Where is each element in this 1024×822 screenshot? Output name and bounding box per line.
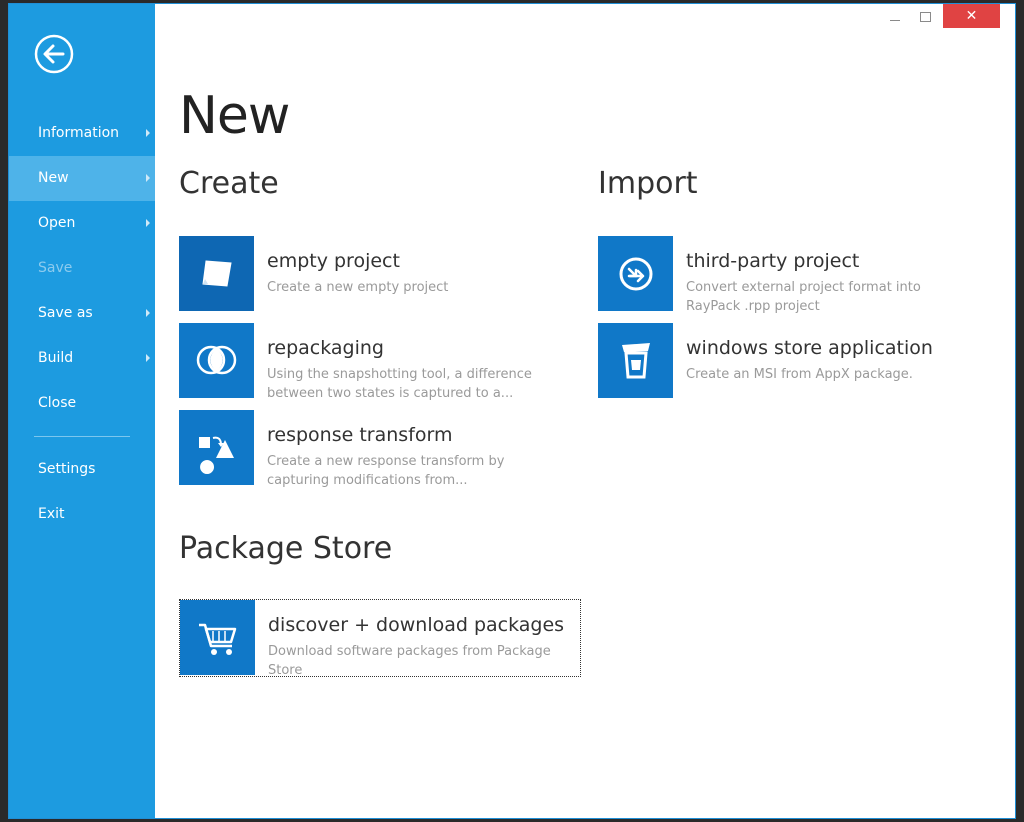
- sidebar-item-label: New: [38, 170, 69, 186]
- tile-description: Create a new empty project: [267, 280, 449, 295]
- tile-title: response transform: [267, 424, 453, 446]
- sidebar-item-label: Build: [38, 350, 74, 366]
- minimize-icon: [890, 20, 900, 21]
- sidebar-item-label: Save: [38, 260, 73, 276]
- shopping-cart-icon: [180, 600, 255, 675]
- tile-title: discover + download packages: [268, 614, 565, 636]
- maximize-button[interactable]: [915, 4, 935, 28]
- page-title: New: [179, 86, 290, 146]
- tile-description: Create an MSI from AppX package.: [686, 367, 913, 382]
- back-arrow-icon[interactable]: [34, 34, 74, 74]
- sidebar-item-save[interactable]: Save: [9, 246, 155, 291]
- shapes-transform-icon: [179, 410, 254, 485]
- tile-description: Download software packages from Package …: [268, 644, 551, 678]
- chevron-right-icon: [146, 129, 150, 137]
- tile-description: Convert external project format into Ray…: [686, 280, 921, 314]
- tile-title: third-party project: [686, 250, 860, 272]
- sidebar-item-new[interactable]: New: [9, 156, 155, 201]
- close-icon: ✕: [965, 8, 978, 24]
- repackaging-tile[interactable]: repackaging Using the snapshotting tool,…: [179, 323, 579, 401]
- sidebar-item-label: Settings: [38, 461, 96, 477]
- close-button[interactable]: ✕: [943, 4, 1000, 28]
- sidebar-item-information[interactable]: Information: [9, 111, 155, 156]
- chevron-right-icon: [146, 174, 150, 182]
- sidebar-item-close[interactable]: Close: [9, 381, 155, 426]
- sidebar-item-open[interactable]: Open: [9, 201, 155, 246]
- maximize-icon: [920, 12, 931, 22]
- overlapping-circles-icon: [179, 323, 254, 398]
- sticky-note-icon: [179, 236, 254, 311]
- import-heading: Import: [598, 166, 698, 201]
- third-party-project-tile[interactable]: third-party project Convert external pro…: [598, 236, 998, 314]
- package-store-heading: Package Store: [179, 531, 393, 566]
- sidebar-item-label: Open: [38, 215, 76, 231]
- tile-description: Create a new response transform by captu…: [267, 454, 505, 488]
- application-window: Information New Open Save Save as Build: [8, 3, 1016, 819]
- sidebar-item-label: Save as: [38, 305, 93, 321]
- store-bag-icon: [598, 323, 673, 398]
- sidebar-item-exit[interactable]: Exit: [9, 492, 155, 537]
- discover-download-packages-tile[interactable]: discover + download packages Download so…: [179, 599, 581, 678]
- response-transform-tile[interactable]: response transform Create a new response…: [179, 410, 579, 488]
- sidebar-item-save-as[interactable]: Save as: [9, 291, 155, 336]
- create-heading: Create: [179, 166, 279, 201]
- sidebar-item-label: Exit: [38, 506, 65, 522]
- tile-title: windows store application: [686, 337, 933, 359]
- sidebar-item-settings[interactable]: Settings: [9, 447, 155, 492]
- windows-store-application-tile[interactable]: windows store application Create an MSI …: [598, 323, 998, 399]
- chevron-right-icon: [146, 219, 150, 227]
- tile-description: Using the snapshotting tool, a differenc…: [267, 367, 532, 401]
- sidebar-item-build[interactable]: Build: [9, 336, 155, 381]
- backstage-sidebar: Information New Open Save Save as Build: [9, 4, 155, 818]
- tile-title: repackaging: [267, 337, 384, 359]
- tile-title: empty project: [267, 250, 400, 272]
- sidebar-divider: [34, 436, 130, 437]
- empty-project-tile[interactable]: empty project Create a new empty project: [179, 236, 579, 312]
- minimize-button[interactable]: [885, 4, 905, 28]
- sidebar-item-label: Information: [38, 125, 120, 141]
- sidebar-item-label: Close: [38, 395, 77, 411]
- circle-arrow-import-icon: [598, 236, 673, 311]
- sidebar-nav: Information New Open Save Save as Build: [9, 111, 155, 537]
- chevron-right-icon: [146, 309, 150, 317]
- chevron-right-icon: [146, 354, 150, 362]
